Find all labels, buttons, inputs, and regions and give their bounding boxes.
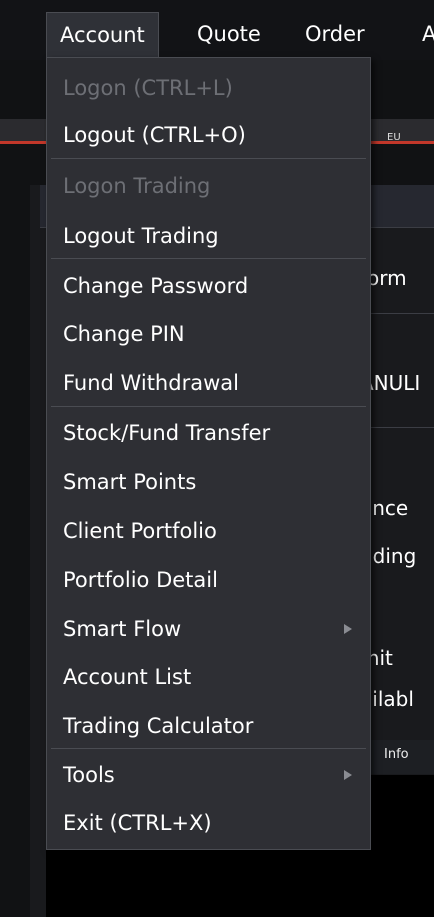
menu-item-fund-withdrawal[interactable]: Fund Withdrawal: [47, 365, 370, 401]
menu-separator: [51, 406, 366, 407]
menu-order[interactable]: Order: [292, 12, 378, 57]
menu-separator: [51, 748, 366, 749]
menu-item-exit[interactable]: Exit (CTRL+X): [47, 805, 370, 841]
submenu-arrow-icon: [344, 770, 352, 780]
info-tab[interactable]: Info: [384, 747, 409, 762]
menu-item-change-pin[interactable]: Change PIN: [47, 316, 370, 352]
account-menu-dropdown: Logon (CTRL+L) Logout (CTRL+O) Logon Tra…: [46, 57, 371, 850]
menu-bar: Account Quote Order A: [0, 0, 434, 60]
menu-item-logon-trading: Logon Trading: [63, 174, 211, 198]
menu-separator: [51, 258, 366, 259]
menu-account[interactable]: Account: [46, 12, 159, 57]
menu-item-smart-flow[interactable]: Smart Flow: [47, 611, 370, 647]
menu-item-smart-points[interactable]: Smart Points: [47, 464, 370, 500]
menu-item-trading-calculator[interactable]: Trading Calculator: [47, 708, 370, 744]
menu-item-logout[interactable]: Logout (CTRL+O): [47, 117, 370, 153]
menu-item-portfolio-detail[interactable]: Portfolio Detail: [47, 562, 370, 598]
menu-a[interactable]: A: [409, 12, 434, 57]
menu-item-logout-trading[interactable]: Logout Trading: [47, 218, 370, 254]
menu-quote[interactable]: Quote: [184, 12, 274, 57]
menu-item-label: Tools: [63, 763, 115, 787]
menu-item-stock-fund-transfer[interactable]: Stock/Fund Transfer: [47, 415, 370, 451]
menu-separator: [51, 158, 366, 159]
menu-item-tools[interactable]: Tools: [47, 757, 370, 793]
menu-item-account-list[interactable]: Account List: [47, 659, 370, 695]
menu-item-logon: Logon (CTRL+L): [63, 76, 233, 100]
menu-item-label: Smart Flow: [63, 617, 182, 641]
background-divider: [360, 427, 434, 428]
menu-item-change-password[interactable]: Change Password: [47, 268, 370, 304]
menu-item-client-portfolio[interactable]: Client Portfolio: [47, 513, 370, 549]
background-divider: [360, 313, 434, 314]
submenu-arrow-icon: [344, 624, 352, 634]
